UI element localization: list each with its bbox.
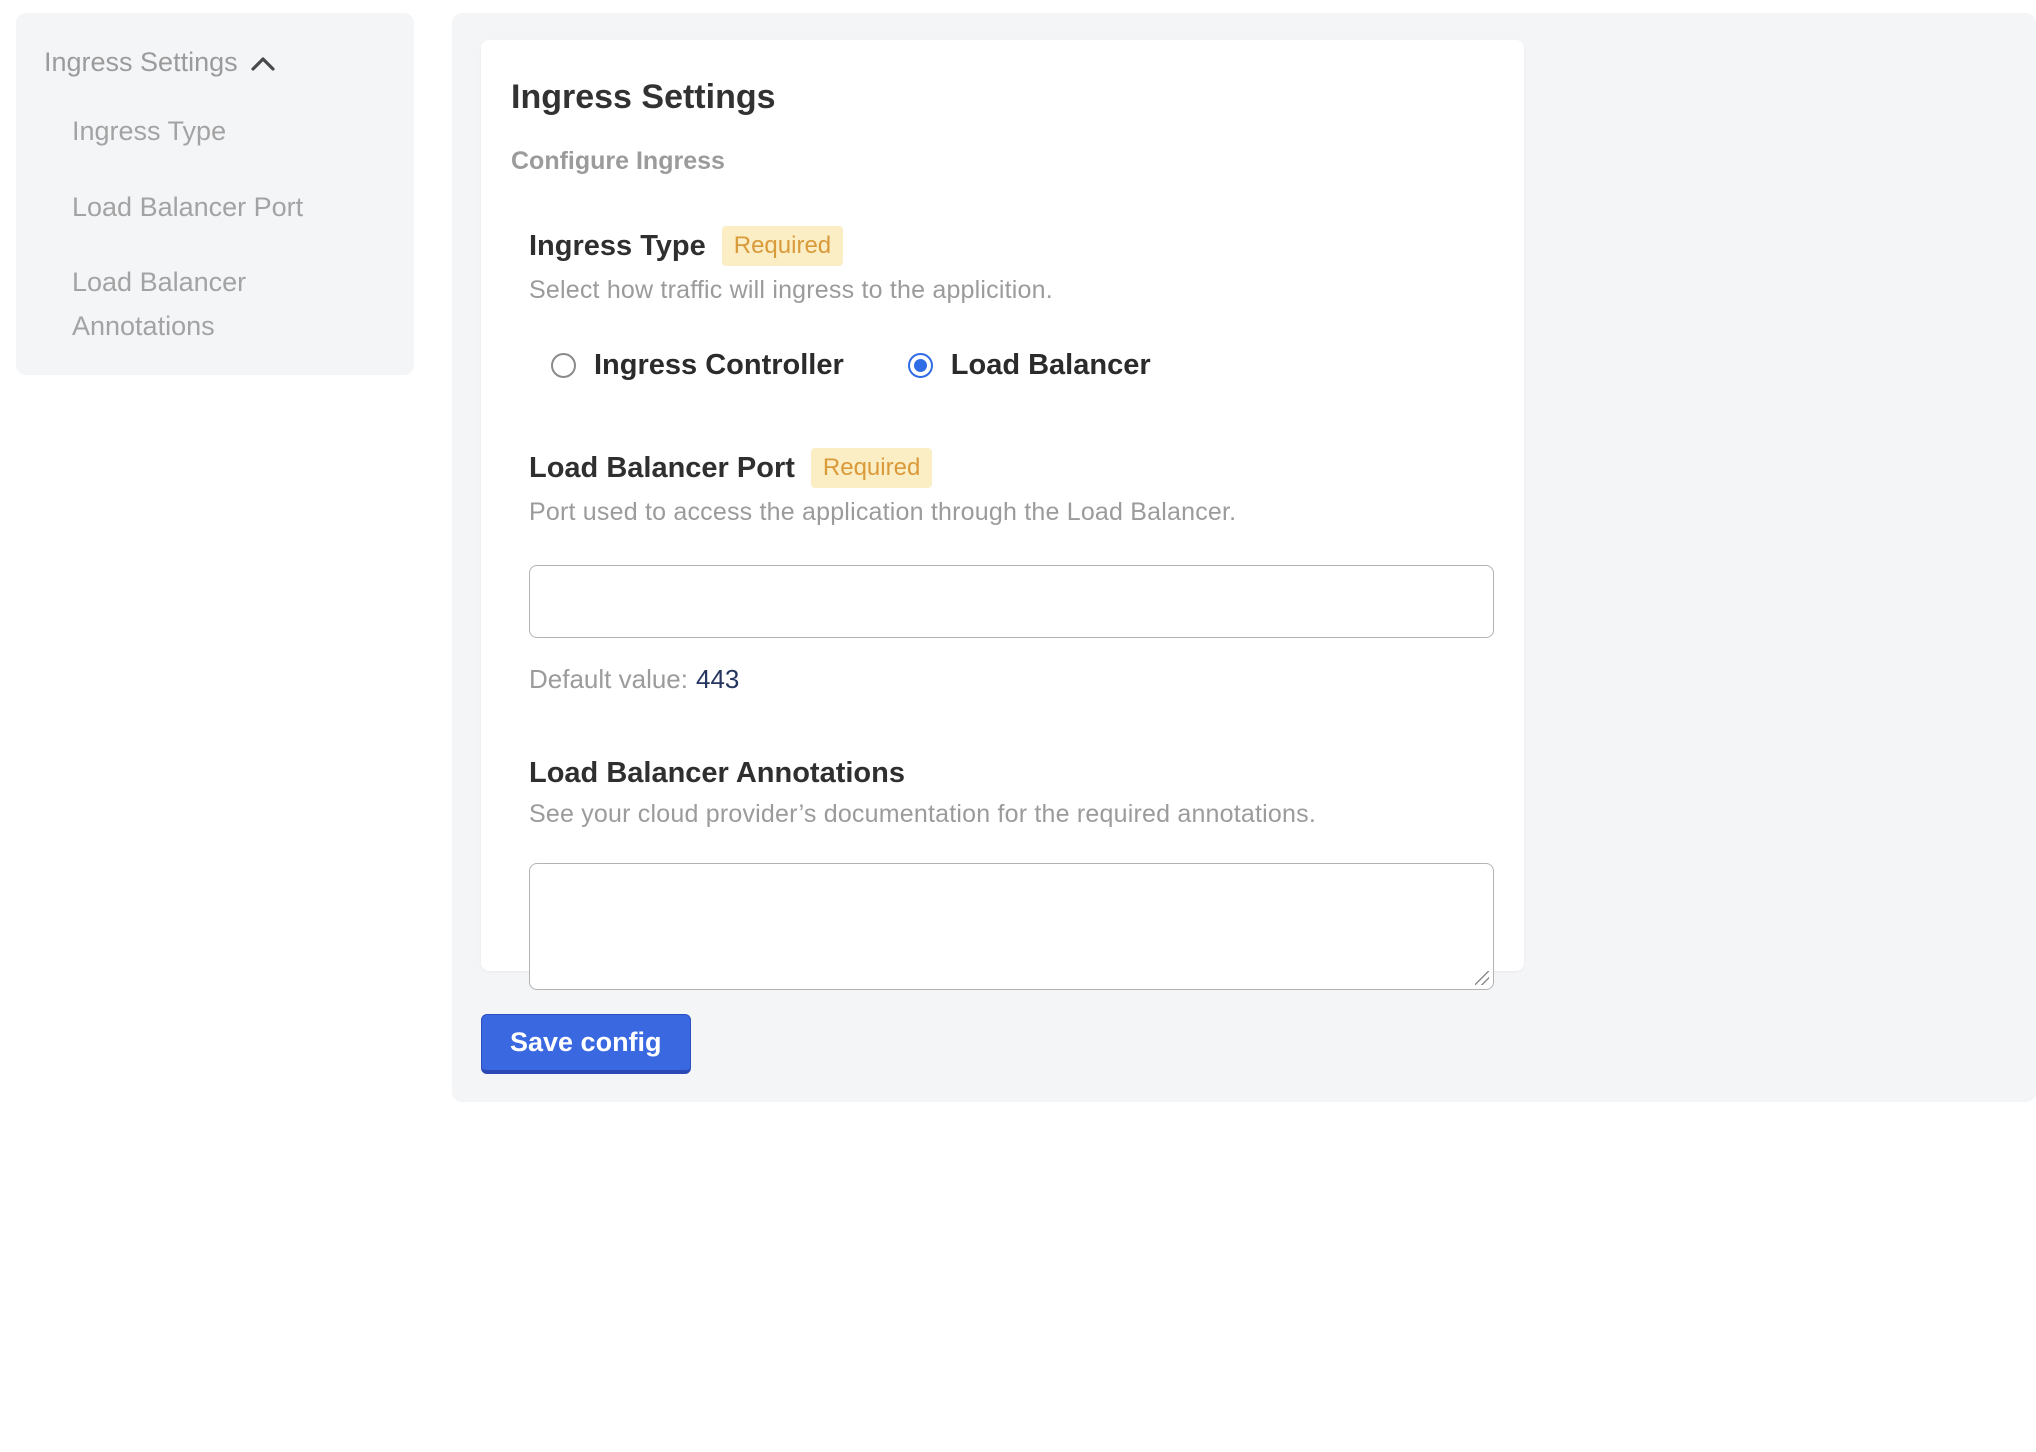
radio-load-balancer-label: Load Balancer xyxy=(951,349,1151,382)
settings-sidebar: Ingress Settings Ingress Type Load Balan… xyxy=(16,13,414,375)
ingress-type-help: Select how traffic will ingress to the a… xyxy=(529,276,1494,305)
sidebar-item-ingress-type[interactable]: Ingress Type xyxy=(72,110,372,154)
required-badge: Required xyxy=(811,448,932,488)
resize-handle-icon[interactable] xyxy=(1475,971,1489,985)
sidebar-item-load-balancer-port[interactable]: Load Balancer Port xyxy=(72,186,372,230)
field-load-balancer-annotations: Load Balancer Annotations See your cloud… xyxy=(529,757,1494,990)
ingress-type-label: Ingress Type xyxy=(529,230,706,263)
sidebar-group-ingress-settings[interactable]: Ingress Settings xyxy=(44,47,386,78)
sidebar-group-label: Ingress Settings xyxy=(44,47,238,78)
required-badge: Required xyxy=(722,226,843,266)
save-config-button[interactable]: Save config xyxy=(481,1014,691,1074)
main-panel: Ingress Settings Configure Ingress Ingre… xyxy=(452,13,2036,1102)
default-value-label: Default value: xyxy=(529,664,688,694)
page-title: Ingress Settings xyxy=(511,78,1494,117)
radio-load-balancer[interactable]: Load Balancer xyxy=(908,349,1151,382)
ingress-type-options: Ingress Controller Load Balancer xyxy=(551,349,1494,382)
default-value-line: Default value: 443 xyxy=(529,664,1494,695)
radio-unselected-icon[interactable] xyxy=(551,353,576,378)
load-balancer-port-help: Port used to access the application thro… xyxy=(529,498,1494,527)
ingress-settings-card: Ingress Settings Configure Ingress Ingre… xyxy=(481,40,1524,971)
field-ingress-type: Ingress Type Required Select how traffic… xyxy=(529,226,1494,382)
page-subtitle: Configure Ingress xyxy=(511,147,1494,176)
chevron-up-icon xyxy=(250,56,276,72)
load-balancer-annotations-label: Load Balancer Annotations xyxy=(529,757,905,790)
default-value: 443 xyxy=(696,664,739,694)
load-balancer-annotations-textarea-wrap xyxy=(529,863,1494,990)
radio-selected-icon[interactable] xyxy=(908,353,933,378)
sidebar-item-list: Ingress Type Load Balancer Port Load Bal… xyxy=(44,110,386,349)
sidebar-item-load-balancer-annotations[interactable]: Load Balancer Annotations xyxy=(72,261,372,348)
field-load-balancer-port: Load Balancer Port Required Port used to… xyxy=(529,448,1494,695)
load-balancer-port-label: Load Balancer Port xyxy=(529,452,795,485)
load-balancer-port-input[interactable] xyxy=(529,565,1494,638)
load-balancer-annotations-help: See your cloud provider’s documentation … xyxy=(529,800,1494,829)
radio-ingress-controller-label: Ingress Controller xyxy=(594,349,844,382)
load-balancer-annotations-textarea[interactable] xyxy=(530,864,1493,989)
radio-ingress-controller[interactable]: Ingress Controller xyxy=(551,349,844,382)
settings-page: Ingress Settings Ingress Type Load Balan… xyxy=(0,0,2036,1452)
